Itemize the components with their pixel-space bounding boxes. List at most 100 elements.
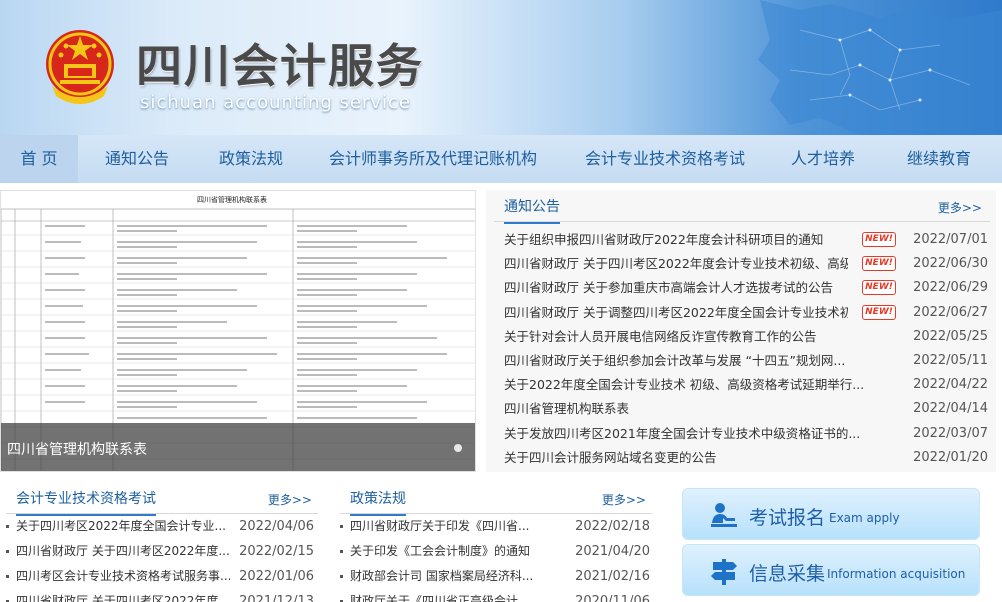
policy-date: 2021/02/16 [575, 569, 650, 584]
policy-panel-title[interactable]: 政策法规 [350, 488, 406, 516]
nav-education[interactable]: 继续教育 [876, 135, 1002, 183]
policy-date: 2022/02/18 [575, 519, 650, 534]
policy-panel-header: 政策法规 更多>> [340, 482, 652, 516]
exam-apply-label: 考试报名 [749, 507, 826, 529]
notice-date: 2022/06/30 [913, 256, 988, 272]
bullet-icon [340, 575, 343, 578]
bullet-icon [6, 550, 9, 553]
policy-title[interactable]: 财政部会计司 国家档案局经济科... [350, 564, 546, 589]
notice-panel-title[interactable]: 通知公告 [504, 196, 560, 224]
image-slider[interactable]: 四川省管理机构联系表 四川省管理机构联系表 [0, 190, 476, 472]
exam-date: 2022/02/15 [239, 544, 314, 559]
notice-date: 2022/06/27 [913, 304, 988, 320]
policy-panel: 政策法规 更多>> 四川省财政厅关于印发《四川省... 2022/02/18 关… [340, 482, 652, 602]
site-header: 四川会计服务 sichuan accounting service [0, 0, 1002, 135]
exam-list: 关于四川考区2022年度全国会计专业... 2022/04/06 四川省财政厅 … [6, 514, 314, 602]
list-item[interactable]: 财政部会计司 国家档案局经济科... 2021/02/16 [340, 564, 650, 589]
exam-panel-header: 会计专业技术资格考试 更多>> [6, 482, 318, 516]
notice-panel-header: 通知公告 更多>> [494, 190, 990, 224]
national-emblem-icon [46, 30, 114, 104]
exam-date: 2022/04/06 [239, 519, 314, 534]
list-item[interactable]: 关于四川考区2022年度全国会计专业... 2022/04/06 [6, 514, 314, 539]
notice-date: 2022/05/11 [913, 352, 988, 368]
policy-title[interactable]: 关于印发《工会会计制度》的通知 [350, 539, 546, 564]
bullet-icon [6, 575, 9, 578]
list-item[interactable]: 四川省财政厅 关于参加重庆市高端会计人才选拔考试的公告 NEW! 2022/06… [504, 276, 988, 300]
site-title: 四川会计服务 [136, 39, 424, 93]
notice-title[interactable]: 关于针对会计人员开展电信网络反诈宣传教育工作的公告 [504, 325, 904, 349]
main-nav: 首 页 通知公告 政策法规 会计师事务所及代理记账机构 会计专业技术资格考试 人… [0, 135, 1002, 183]
slide-caption[interactable]: 四川省管理机构联系表 [7, 439, 147, 459]
list-item[interactable]: 关于针对会计人员开展电信网络反诈宣传教育工作的公告 2022/05/25 [504, 325, 988, 349]
exam-title[interactable]: 关于四川考区2022年度全国会计专业... [16, 514, 230, 539]
info-acquisition-button[interactable]: 信息采集 Information acquisition [682, 544, 980, 596]
new-badge: NEW! [862, 256, 896, 272]
bullet-icon [6, 525, 9, 528]
nav-policy[interactable]: 政策法规 [196, 135, 306, 183]
policy-list: 四川省财政厅关于印发《四川省... 2022/02/18 关于印发《工会会计制度… [340, 514, 650, 602]
exam-title[interactable]: 四川考区会计专业技术资格考试服务事... [16, 564, 230, 589]
list-item[interactable]: 四川省财政厅 关于调整四川考区2022年度全国会计专业技术初... NEW! 2… [504, 301, 988, 325]
exam-apply-english: Exam apply [829, 511, 900, 525]
notice-panel: 通知公告 更多>> 关于组织申报四川省财政厅2022年度会计科研项目的通知 NE… [486, 190, 996, 472]
list-item[interactable]: 财政厅关于《四川省正高级会计... 2020/11/06 [340, 589, 650, 602]
nav-notices[interactable]: 通知公告 [78, 135, 196, 183]
notice-date: 2022/03/07 [913, 425, 988, 441]
policy-date: 2021/04/20 [575, 544, 650, 559]
notice-date: 2022/06/29 [913, 280, 988, 296]
signpost-icon [711, 559, 737, 585]
notice-list: 关于组织申报四川省财政厅2022年度会计科研项目的通知 NEW! 2022/07… [504, 228, 988, 470]
notice-title[interactable]: 四川省财政厅关于组织参加会计改革与发展 “十四五”规划网... [504, 349, 904, 373]
list-item[interactable]: 四川省财政厅 关于四川考区2022年度... 2021/12/13 [6, 589, 314, 602]
exam-panel: 会计专业技术资格考试 更多>> 关于四川考区2022年度全国会计专业... 20… [6, 482, 318, 602]
list-item[interactable]: 关于组织申报四川省财政厅2022年度会计科研项目的通知 NEW! 2022/07… [504, 228, 988, 252]
policy-title[interactable]: 财政厅关于《四川省正高级会计... [350, 589, 546, 602]
new-badge: NEW! [862, 280, 896, 296]
notice-title[interactable]: 四川省管理机构联系表 [504, 397, 904, 421]
nav-exam[interactable]: 会计专业技术资格考试 [560, 135, 770, 183]
notice-date: 2022/07/01 [913, 232, 988, 247]
notice-date: 2022/05/25 [913, 328, 988, 344]
list-item[interactable]: 关于印发《工会会计制度》的通知 2021/04/20 [340, 539, 650, 564]
list-item[interactable]: 四川省财政厅关于组织参加会计改革与发展 “十四五”规划网... 2022/05/… [504, 349, 988, 373]
notice-date: 2022/04/14 [913, 401, 988, 417]
notice-date: 2022/04/22 [913, 377, 988, 393]
bullet-icon [340, 550, 343, 553]
notice-title[interactable]: 关于2022年度全国会计专业技术 初级、高级资格考试延期举行... [504, 373, 904, 397]
policy-date: 2020/11/06 [575, 594, 650, 602]
notice-title[interactable]: 关于发放四川考区2021年度全国会计专业技术中级资格证书的... [504, 422, 904, 446]
nav-talent[interactable]: 人才培养 [770, 135, 876, 183]
list-item[interactable]: 四川省管理机构联系表 2022/04/14 [504, 397, 988, 421]
list-item[interactable]: 关于2022年度全国会计专业技术 初级、高级资格考试延期举行... 2022/0… [504, 373, 988, 397]
policy-more-link[interactable]: 更多>> [602, 491, 646, 508]
exam-title[interactable]: 四川省财政厅 关于四川考区2022年度... [16, 539, 230, 564]
notice-more-link[interactable]: 更多>> [938, 199, 982, 216]
notice-title[interactable]: 关于四川会计服务网站域名变更的公告 [504, 446, 904, 470]
policy-title[interactable]: 四川省财政厅关于印发《四川省... [350, 514, 546, 539]
notice-title[interactable]: 关于组织申报四川省财政厅2022年度会计科研项目的通知 [504, 228, 848, 252]
list-item[interactable]: 关于四川会计服务网站域名变更的公告 2022/01/20 [504, 446, 988, 470]
list-item[interactable]: 四川省财政厅 关于四川考区2022年度会计专业技术初级、高级... NEW! 2… [504, 252, 988, 276]
nav-firms[interactable]: 会计师事务所及代理记账机构 [306, 135, 560, 183]
list-item[interactable]: 四川省财政厅 关于四川考区2022年度... 2022/02/15 [6, 539, 314, 564]
exam-date: 2022/01/06 [239, 569, 314, 584]
exam-more-link[interactable]: 更多>> [268, 491, 312, 508]
new-badge: NEW! [862, 232, 896, 247]
list-item[interactable]: 关于发放四川考区2021年度全国会计专业技术中级资格证书的... 2022/03… [504, 422, 988, 446]
exam-apply-button[interactable]: 考试报名 Exam apply [682, 488, 980, 540]
notice-title[interactable]: 四川省财政厅 关于调整四川考区2022年度全国会计专业技术初... [504, 301, 848, 325]
person-at-desk-icon [711, 503, 737, 527]
exam-title[interactable]: 四川省财政厅 关于四川考区2022年度... [16, 589, 230, 602]
notice-title[interactable]: 四川省财政厅 关于参加重庆市高端会计人才选拔考试的公告 [504, 276, 848, 300]
list-item[interactable]: 四川考区会计专业技术资格考试服务事... 2022/01/06 [6, 564, 314, 589]
sichuan-map-graphic [758, 0, 1002, 135]
list-item[interactable]: 四川省财政厅关于印发《四川省... 2022/02/18 [340, 514, 650, 539]
notice-title[interactable]: 四川省财政厅 关于四川考区2022年度会计专业技术初级、高级... [504, 252, 848, 276]
nav-home[interactable]: 首 页 [0, 135, 78, 183]
new-badge: NEW! [862, 304, 896, 320]
bullet-icon [340, 525, 343, 528]
slide-indicator-dot[interactable] [454, 444, 462, 452]
site-subtitle: sichuan accounting service [140, 92, 411, 113]
exam-panel-title[interactable]: 会计专业技术资格考试 [16, 488, 156, 516]
notice-date: 2022/01/20 [913, 449, 988, 465]
